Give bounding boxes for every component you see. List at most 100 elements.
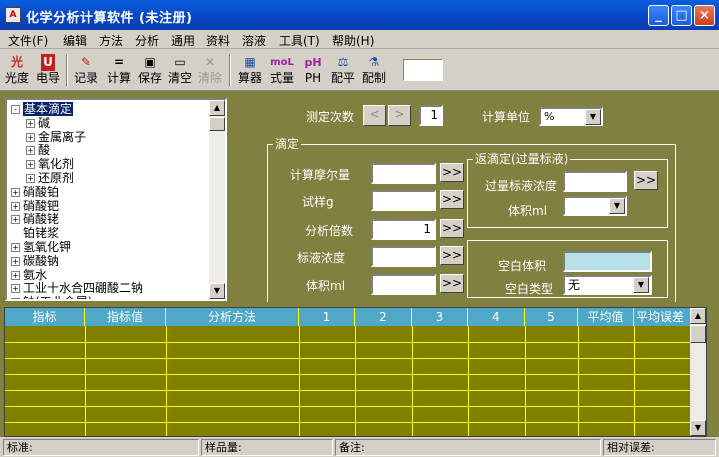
blank-volume-field[interactable] xyxy=(563,251,652,272)
menu-help[interactable]: 帮助(H) xyxy=(332,32,374,49)
grid-header-avg-error[interactable]: 平均误差 xyxy=(634,308,692,326)
grid-scrollbar[interactable]: ▲ ▼ xyxy=(690,308,706,436)
grid-scroll-down-icon[interactable]: ▼ xyxy=(690,420,706,436)
scroll-up-icon[interactable]: ▲ xyxy=(209,100,225,116)
close-button[interactable]: × xyxy=(694,5,715,26)
std-conc-arrow-button[interactable]: >> xyxy=(440,246,464,265)
expand-icon[interactable]: + xyxy=(26,174,35,183)
back-volume-dropdown-icon[interactable]: ▼ xyxy=(609,198,625,214)
expand-icon[interactable]: + xyxy=(11,298,20,299)
menu-general[interactable]: 通用 xyxy=(171,32,195,49)
grid-header-1[interactable]: 1 xyxy=(299,308,355,326)
factor-field[interactable]: 1 xyxy=(371,219,436,240)
tree-item[interactable]: 氨水 xyxy=(23,268,47,282)
blank-type-dropdown-icon[interactable]: ▼ xyxy=(633,277,649,293)
tool-photometry-button[interactable]: 光光度 xyxy=(3,53,31,88)
minimize-button[interactable]: _ xyxy=(648,5,669,26)
tree-item[interactable]: 硝酸钯 xyxy=(23,199,59,213)
grid-scroll-thumb[interactable] xyxy=(690,325,706,343)
expand-icon[interactable]: + xyxy=(26,146,35,156)
tree-item[interactable]: 碱 xyxy=(38,116,50,130)
expand-icon[interactable]: + xyxy=(11,284,20,294)
scroll-down-icon[interactable]: ▼ xyxy=(209,283,225,299)
menu-method[interactable]: 方法 xyxy=(99,32,123,49)
tree-item[interactable]: 金属离子 xyxy=(38,130,86,144)
tool-prepare-button[interactable]: ⚗ 配制 xyxy=(359,53,389,88)
expand-icon[interactable]: + xyxy=(11,201,20,211)
app-icon: A xyxy=(5,7,21,23)
menu-tools[interactable]: 工具(T) xyxy=(279,32,320,49)
tree-item-label: 碱 xyxy=(38,115,51,130)
expand-icon[interactable]: + xyxy=(26,132,35,142)
tree-item[interactable]: 酸 xyxy=(38,143,50,157)
expand-icon[interactable]: + xyxy=(11,243,20,252)
grid-header-2[interactable]: 2 xyxy=(355,308,412,326)
tool-clear-button[interactable]: ▭ 清空 xyxy=(166,53,194,88)
tree-item[interactable]: 钠(工业金属) xyxy=(23,295,92,299)
tree-item[interactable]: 硝酸铑 xyxy=(23,212,59,226)
count-prev-button[interactable]: < xyxy=(363,105,386,126)
tool-balance-button[interactable]: ⚖ 配平 xyxy=(329,53,357,88)
tree-item[interactable]: 氢氧化钾 xyxy=(23,240,71,254)
collapse-icon[interactable]: - xyxy=(11,105,20,114)
sample-arrow-button[interactable]: >> xyxy=(440,190,464,209)
tool-calculator-button[interactable]: ▦ 算器 xyxy=(235,53,265,88)
grid-header-value[interactable]: 指标值 xyxy=(85,308,166,326)
results-grid[interactable]: 指标 指标值 分析方法 1 2 3 4 5 平均值 平均误差 ▲ ▼ xyxy=(4,307,707,437)
expand-icon[interactable]: + xyxy=(26,118,35,128)
tree-item[interactable]: 铂铑浆 xyxy=(23,226,59,240)
expand-icon[interactable]: + xyxy=(26,160,35,170)
grid-header-method[interactable]: 分析方法 xyxy=(166,308,299,326)
tool-calculate-button[interactable]: = 计算 xyxy=(104,53,134,88)
excess-conc-arrow-button[interactable]: >> xyxy=(634,171,658,190)
molar-arrow-button[interactable]: >> xyxy=(440,163,464,182)
tool-record-button[interactable]: ✎ 记录 xyxy=(71,53,101,88)
tree-item[interactable]: 氧化剂 xyxy=(38,157,74,171)
method-tree[interactable]: 基本滴定 - 碱 + 金属离子 + 酸 + 氧化剂 + 还原剂 + 硝酸铂 + 硝酸钯 + 硝酸铑 + 铂铑浆 氢氧化… xyxy=(5,98,227,301)
volume-field[interactable] xyxy=(371,274,436,295)
tool-save-button[interactable]: ▣ 保存 xyxy=(136,53,164,88)
count-next-button[interactable]: > xyxy=(388,105,411,126)
tree-scrollbar[interactable]: ▲ ▼ xyxy=(209,100,225,299)
tool-delete-button[interactable]: ✕ 清除 xyxy=(196,53,224,88)
expand-icon[interactable]: + xyxy=(11,215,20,225)
count-field[interactable]: 1 xyxy=(419,105,443,126)
excess-conc-field[interactable] xyxy=(563,171,627,192)
tree-item[interactable]: 硝酸铂 xyxy=(23,185,59,199)
menu-analysis[interactable]: 分析 xyxy=(135,32,159,49)
toolbar-input[interactable] xyxy=(403,59,443,81)
volume-arrow-button[interactable]: >> xyxy=(440,274,464,293)
unit-dropdown-icon[interactable]: ▼ xyxy=(585,109,601,125)
tool-formula-weight-button[interactable]: moL 式量 xyxy=(267,53,297,88)
tree-item[interactable]: 还原剂 xyxy=(38,171,74,185)
expand-icon[interactable]: + xyxy=(11,270,20,280)
menu-edit[interactable]: 编辑 xyxy=(63,32,87,49)
tool-ph-button[interactable]: pH PH xyxy=(299,53,327,88)
grid-scroll-up-icon[interactable]: ▲ xyxy=(690,308,706,324)
expand-icon[interactable]: + xyxy=(11,256,20,266)
tree-item[interactable]: 工业十水合四硼酸二钠 xyxy=(23,281,143,295)
status-bar: 标准: 样品量: 备注: 相对误差: xyxy=(0,437,719,457)
grid-header-3[interactable]: 3 xyxy=(412,308,468,326)
grid-col-line xyxy=(166,326,167,436)
menu-solution[interactable]: 溶液 xyxy=(242,32,266,49)
grid-header-4[interactable]: 4 xyxy=(468,308,525,326)
scroll-thumb[interactable] xyxy=(209,117,225,131)
molar-field[interactable] xyxy=(371,163,436,184)
tool-conductance-button[interactable]: U 电导 xyxy=(34,53,62,88)
menu-data[interactable]: 资料 xyxy=(206,32,230,49)
std-conc-label: 标液浓度 xyxy=(297,251,346,265)
clear-icon: ▭ xyxy=(174,55,186,69)
std-conc-field[interactable] xyxy=(371,246,436,267)
grid-header-indicator[interactable]: 指标 xyxy=(5,308,85,326)
grid-header-5[interactable]: 5 xyxy=(525,308,578,326)
factor-arrow-button[interactable]: >> xyxy=(440,219,464,238)
menu-file[interactable]: 文件(F) xyxy=(8,32,48,49)
tree-item-label: 钠(工业金属) xyxy=(23,295,92,299)
tree-item[interactable]: 基本滴定 xyxy=(23,102,74,116)
expand-icon[interactable]: + xyxy=(11,187,20,197)
maximize-button[interactable]: □ xyxy=(671,5,692,26)
grid-header-average[interactable]: 平均值 xyxy=(578,308,634,326)
sample-field[interactable] xyxy=(371,190,436,211)
tree-item[interactable]: 碳酸钠 xyxy=(23,254,59,268)
